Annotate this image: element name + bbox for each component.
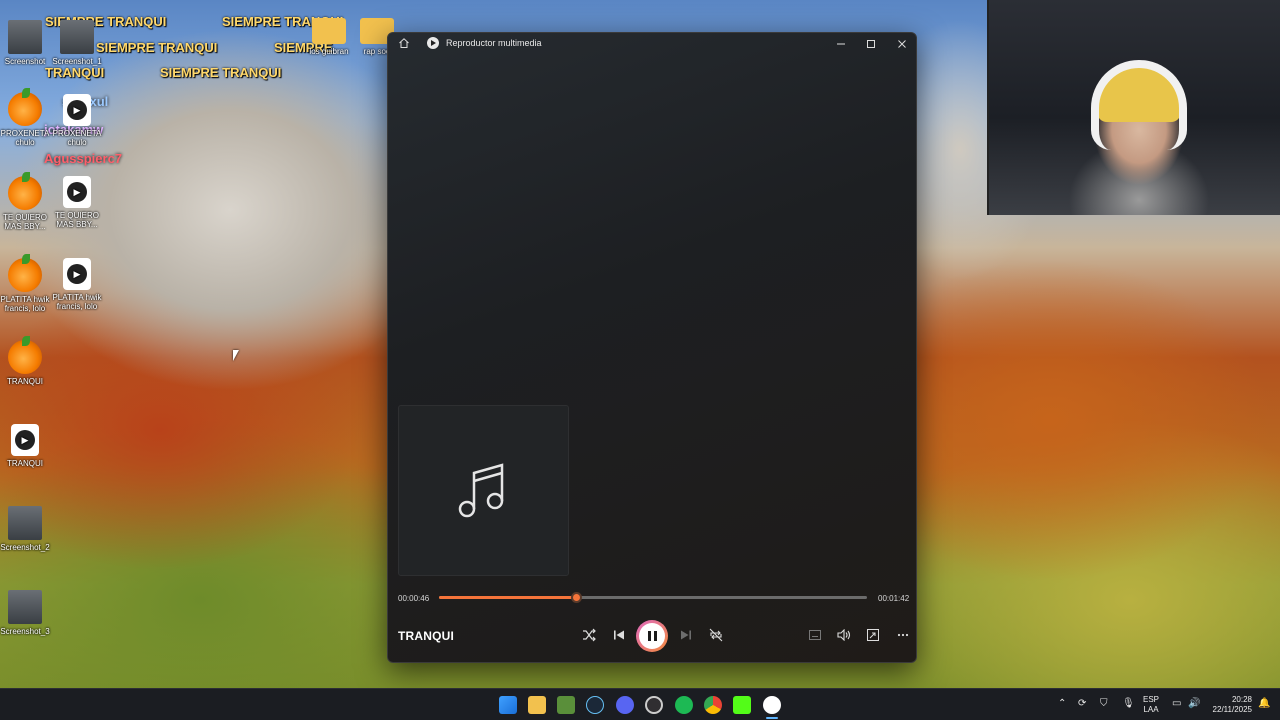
notification-icon[interactable]: 🔔 bbox=[1258, 698, 1270, 709]
title-bar[interactable]: Reproductor multimedia bbox=[388, 33, 916, 55]
minecraft-icon[interactable] bbox=[557, 696, 575, 714]
desktop-icon-platita-audio[interactable]: ▶ PLATITA hwik francis, lolo bbox=[52, 258, 102, 311]
desktop-icon-screenshot-1[interactable]: Screenshot_1 bbox=[52, 20, 102, 66]
language-indicator[interactable]: ESP LAA bbox=[1143, 695, 1159, 715]
screenshot-icon bbox=[8, 20, 42, 54]
chat-username: Agusspierc7 bbox=[44, 151, 123, 166]
previous-icon bbox=[614, 630, 624, 640]
minimize-button[interactable] bbox=[826, 33, 856, 55]
shuffle-icon bbox=[583, 628, 596, 642]
network-icon[interactable]: ▭ bbox=[1172, 698, 1181, 709]
repeat-off-icon bbox=[709, 628, 723, 642]
mouse-cursor bbox=[233, 350, 239, 361]
pause-button[interactable] bbox=[636, 620, 668, 652]
screenshot-icon bbox=[8, 506, 42, 540]
close-button[interactable] bbox=[887, 33, 916, 55]
fl-studio-icon bbox=[8, 172, 42, 210]
window-title: Reproductor multimedia bbox=[446, 38, 542, 48]
folder-icon bbox=[312, 18, 346, 44]
taskbar: ⌃ ⟳ ⛉ 🎙 ESP LAA ▭ 🔊 20:28 22/11/2025 🔔 bbox=[0, 688, 1280, 720]
album-art bbox=[398, 405, 569, 576]
home-icon[interactable] bbox=[398, 37, 410, 49]
fl-studio-icon bbox=[8, 254, 42, 292]
volume-button[interactable] bbox=[833, 624, 855, 646]
screenshot-icon bbox=[8, 590, 42, 624]
desktop-icon-los-guibran[interactable]: los guibran bbox=[304, 18, 354, 56]
overlay-text: SIEMPRE TRANQUI bbox=[96, 40, 218, 55]
obs-icon[interactable] bbox=[645, 696, 663, 714]
more-options-button[interactable] bbox=[892, 624, 914, 646]
captions-button[interactable] bbox=[804, 624, 826, 646]
seek-bar[interactable] bbox=[439, 592, 867, 603]
desktop-icon-screenshot-2[interactable]: Screenshot_2 bbox=[0, 506, 50, 552]
shuffle-button[interactable] bbox=[578, 624, 600, 646]
volume-icon bbox=[837, 629, 851, 641]
media-file-icon: ▶ bbox=[63, 94, 91, 126]
media-file-icon: ▶ bbox=[11, 424, 39, 456]
miniplayer-button[interactable] bbox=[862, 624, 884, 646]
desktop-icon-proxeneta-flp[interactable]: PROXENETA chulo bbox=[0, 88, 50, 147]
maximize-button[interactable] bbox=[856, 33, 886, 55]
seek-thumb[interactable] bbox=[570, 592, 582, 603]
current-time: 00:00:46 bbox=[398, 594, 430, 603]
start-icon[interactable] bbox=[499, 696, 517, 714]
steam-icon[interactable] bbox=[586, 696, 604, 714]
chrome-icon[interactable] bbox=[704, 696, 722, 714]
spotify-icon[interactable] bbox=[675, 696, 693, 714]
media-player-app-icon bbox=[427, 37, 439, 49]
desktop-icon-screenshot[interactable]: Screenshot bbox=[0, 20, 50, 66]
screenshot-icon bbox=[60, 20, 94, 54]
webcam-overlay bbox=[987, 0, 1280, 215]
show-hidden-icons-button[interactable]: ⌃ bbox=[1058, 698, 1066, 709]
overlay-text: SIEMPRE TRANQUI bbox=[160, 65, 282, 80]
file-explorer-icon[interactable] bbox=[528, 696, 546, 714]
close-icon bbox=[898, 40, 906, 48]
media-file-icon: ▶ bbox=[63, 176, 91, 208]
desktop-icon-platita-flp[interactable]: PLATITA hwik francis, lolo bbox=[0, 254, 50, 313]
media-player-icon[interactable] bbox=[763, 696, 781, 714]
defender-icon[interactable]: ⛉ bbox=[1100, 698, 1108, 709]
desktop-icon-tranqui-audio[interactable]: ▶ TRANQUI bbox=[0, 424, 50, 468]
desktop-icon-screenshot-3[interactable]: Screenshot_3 bbox=[0, 590, 50, 636]
desktop-icon-te-quiero-flp[interactable]: TE QUIERO MAS BBY... bbox=[0, 172, 50, 231]
desktop-icon-proxeneta-audio[interactable]: ▶ PROXENETA chulo bbox=[52, 94, 102, 147]
next-icon bbox=[681, 630, 691, 640]
seek-bar-progress bbox=[439, 596, 576, 599]
discord-icon[interactable] bbox=[616, 696, 634, 714]
desktop-icon-te-quiero-audio[interactable]: ▶ TE QUIERO MAS BBY... bbox=[52, 176, 102, 229]
more-options-icon bbox=[897, 633, 909, 637]
previous-button[interactable] bbox=[608, 624, 630, 646]
microphone-icon[interactable]: 🎙 bbox=[1122, 698, 1135, 709]
miniplayer-icon bbox=[867, 629, 879, 641]
track-title: TRANQUI bbox=[398, 629, 455, 643]
webcam-headset bbox=[1091, 60, 1187, 150]
fl-studio-icon bbox=[8, 336, 42, 374]
maximize-icon bbox=[867, 40, 875, 48]
fl-studio-icon bbox=[8, 88, 42, 126]
pause-icon bbox=[639, 623, 665, 649]
kick-icon[interactable] bbox=[733, 696, 751, 714]
total-time: 00:01:42 bbox=[878, 594, 910, 603]
active-app-indicator bbox=[766, 717, 778, 719]
media-player-window: Reproductor multimedia 00:00:46 00:01:42… bbox=[387, 32, 917, 663]
music-note-icon bbox=[458, 462, 503, 517]
clock[interactable]: 20:28 22/11/2025 bbox=[1208, 695, 1252, 715]
repeat-button[interactable] bbox=[705, 624, 727, 646]
next-button[interactable] bbox=[675, 624, 697, 646]
minimize-icon bbox=[837, 43, 845, 45]
overlay-text: TRANQUI bbox=[45, 65, 105, 80]
captions-icon bbox=[809, 630, 821, 640]
media-file-icon: ▶ bbox=[63, 258, 91, 290]
sync-icon[interactable]: ⟳ bbox=[1078, 698, 1086, 709]
volume-tray-icon[interactable]: 🔊 bbox=[1188, 698, 1200, 709]
desktop-icon-tranqui-flp[interactable]: TRANQUI bbox=[0, 336, 50, 386]
